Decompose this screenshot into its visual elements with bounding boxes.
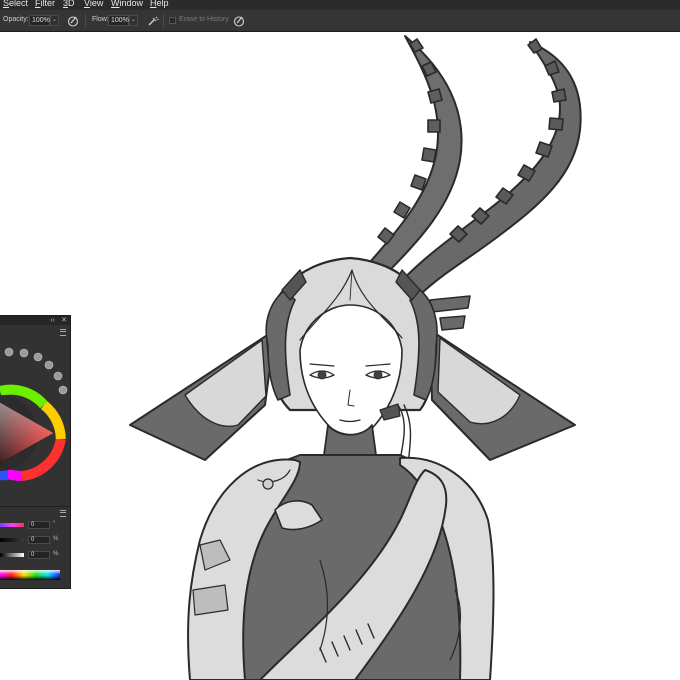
chevron-down-icon: ⌄: [51, 17, 58, 23]
flow-label: Flow:: [92, 16, 109, 23]
color-spectrum-bar[interactable]: [0, 570, 60, 580]
hue-slider[interactable]: [0, 523, 24, 527]
erase-to-history-label: Erase to History: [179, 16, 229, 23]
saturation-slider[interactable]: [0, 538, 24, 542]
menu-3d[interactable]: 3D: [63, 0, 75, 9]
horn-right: [397, 41, 582, 296]
pressure-size-icon[interactable]: [233, 15, 245, 27]
menu-select[interactable]: Select: [3, 0, 28, 9]
panel-menu-icon[interactable]: [60, 329, 66, 336]
hue-unit: °: [53, 521, 56, 527]
character-sketch: [129, 35, 582, 680]
menu-help[interactable]: Help: [150, 0, 169, 9]
brightness-unit: %: [53, 551, 59, 557]
menu-filter[interactable]: Filter: [35, 0, 55, 9]
close-button[interactable]: ✕: [61, 316, 67, 325]
saturation-input[interactable]: 0: [28, 536, 50, 544]
opacity-dropdown[interactable]: ⌄: [50, 15, 59, 26]
menu-window[interactable]: Window: [111, 0, 143, 9]
saturation-unit: %: [53, 536, 59, 542]
panel-menu-icon[interactable]: [60, 510, 66, 517]
brightness-input[interactable]: 0: [28, 551, 50, 559]
menu-view[interactable]: View: [84, 0, 103, 9]
chevron-down-icon: ⌄: [130, 17, 137, 23]
separator: [163, 14, 164, 28]
divider: [0, 506, 70, 507]
flow-input[interactable]: 100%: [108, 15, 129, 26]
hue-input[interactable]: 0: [28, 521, 50, 529]
flow-dropdown[interactable]: ⌄: [129, 15, 138, 26]
separator: [85, 14, 86, 28]
color-panel: ‹‹ ✕ 0 ° 0 % 0 %: [0, 315, 71, 589]
panel-header: ‹‹ ✕: [0, 316, 70, 325]
erase-to-history-checkbox[interactable]: [169, 17, 176, 24]
opacity-label: Opacity:: [3, 16, 29, 23]
color-wheel[interactable]: [0, 341, 71, 491]
brightness-slider[interactable]: [0, 553, 24, 557]
canvas[interactable]: [0, 32, 680, 680]
collapse-button[interactable]: ‹‹: [50, 316, 55, 325]
tool-options-bar: Opacity: 100% ⌄ Flow: 100% ⌄ Erase to Hi…: [0, 10, 680, 32]
menu-bar: Select Filter 3D View Window Help: [0, 0, 680, 10]
airbrush-icon[interactable]: [147, 15, 159, 27]
opacity-input[interactable]: 100%: [29, 15, 50, 26]
pressure-opacity-icon[interactable]: [67, 15, 79, 27]
